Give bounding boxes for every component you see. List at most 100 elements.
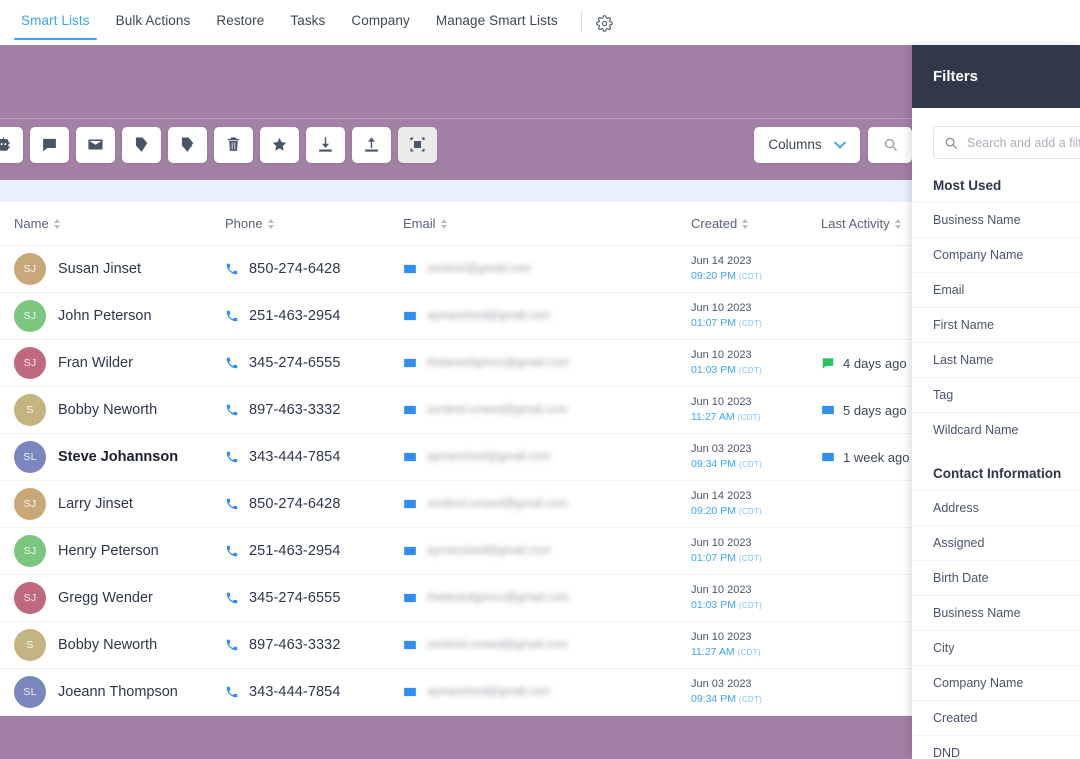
- table-row[interactable]: SJ Susan Jinset 850-274-6428 sentinel@gmail…: [0, 246, 912, 293]
- envelope-icon[interactable]: [76, 126, 115, 163]
- cell-phone[interactable]: 345-274-6555: [225, 590, 403, 606]
- cell-name[interactable]: SL Steve Johannson: [0, 441, 225, 473]
- table-row[interactable]: SJ Larry Jinset 850-274-6428 sentinel.unwed…: [0, 481, 912, 528]
- envelope-icon[interactable]: [403, 309, 417, 323]
- cell-email[interactable]: aymanshed@gmail.com: [403, 544, 691, 558]
- table-row[interactable]: SJ Gregg Wender 345-274-6555 thebestofgrinc…: [0, 575, 912, 622]
- column-header-email[interactable]: Email: [403, 216, 691, 231]
- column-header-last-activity[interactable]: Last Activity: [821, 216, 912, 231]
- tab-tasks[interactable]: Tasks: [277, 0, 338, 40]
- phone-icon[interactable]: [225, 497, 239, 511]
- cell-phone[interactable]: 897-463-3332: [225, 402, 403, 418]
- envelope-icon[interactable]: [403, 403, 417, 417]
- table-row[interactable]: SL Joeann Thompson 343-444-7854 aymanshed@g…: [0, 669, 912, 716]
- envelope-icon[interactable]: [403, 638, 417, 652]
- cell-email[interactable]: sentinel.unwed@gmail.com: [403, 497, 691, 511]
- envelope-icon[interactable]: [403, 262, 417, 276]
- filter-item-company-name[interactable]: Company Name: [912, 665, 1080, 700]
- phone-icon[interactable]: [225, 403, 239, 417]
- table-row[interactable]: SJ Fran Wilder 345-274-6555 thebestofgrincs…: [0, 340, 912, 387]
- cell-phone[interactable]: 850-274-6428: [225, 496, 403, 512]
- phone-icon[interactable]: [225, 262, 239, 276]
- table-row[interactable]: S Bobby Neworth 897-463-3332 sentinel.unwed…: [0, 622, 912, 669]
- phone-icon[interactable]: [225, 450, 239, 464]
- cell-phone[interactable]: 897-463-3332: [225, 637, 403, 653]
- tab-bulk-actions[interactable]: Bulk Actions: [103, 0, 204, 40]
- tab-manage-smart-lists[interactable]: Manage Smart Lists: [423, 0, 571, 40]
- tab-company[interactable]: Company: [338, 0, 422, 40]
- cell-email[interactable]: sentinel.unwed@gmail.com: [403, 638, 691, 652]
- filter-item-created[interactable]: Created: [912, 700, 1080, 735]
- envelope-icon[interactable]: [403, 685, 417, 699]
- cell-email[interactable]: thebestofgrincs@gmail.com: [403, 591, 691, 605]
- cell-phone[interactable]: 251-463-2954: [225, 308, 403, 324]
- cell-name[interactable]: SL Joeann Thompson: [0, 676, 225, 708]
- table-row[interactable]: SJ John Peterson 251-463-2954 aymanshed@gma…: [0, 293, 912, 340]
- sort-icon[interactable]: [267, 218, 274, 229]
- filter-search-input[interactable]: Search and add a filter: [933, 126, 1080, 159]
- envelope-icon[interactable]: [403, 497, 417, 511]
- search-button[interactable]: [868, 126, 912, 163]
- filter-item-business-name[interactable]: Business Name: [912, 595, 1080, 630]
- cell-phone[interactable]: 251-463-2954: [225, 543, 403, 559]
- table-row[interactable]: SJ Henry Peterson 251-463-2954 aymanshed@gm…: [0, 528, 912, 575]
- filter-item-dnd[interactable]: DND: [912, 735, 1080, 759]
- chat-icon[interactable]: [30, 126, 69, 163]
- envelope-icon[interactable]: [403, 544, 417, 558]
- filter-item-first-name[interactable]: First Name: [912, 307, 1080, 342]
- cell-phone[interactable]: 343-444-7854: [225, 684, 403, 700]
- cell-phone[interactable]: 343-444-7854: [225, 449, 403, 465]
- cell-email[interactable]: sentinel@gmail.com: [403, 262, 691, 276]
- upload-icon[interactable]: [352, 126, 391, 163]
- cell-email[interactable]: sentinel.unwed@gmail.com: [403, 403, 691, 417]
- envelope-icon[interactable]: [403, 450, 417, 464]
- phone-icon[interactable]: [225, 685, 239, 699]
- filter-item-address[interactable]: Address: [912, 490, 1080, 525]
- filter-item-wildcard-name[interactable]: Wildcard Name: [912, 412, 1080, 447]
- column-header-name[interactable]: Name: [0, 216, 225, 231]
- sort-icon[interactable]: [894, 218, 901, 229]
- trash-icon[interactable]: [214, 126, 253, 163]
- cell-name[interactable]: SJ Fran Wilder: [0, 347, 225, 379]
- sort-icon[interactable]: [742, 218, 749, 229]
- download-icon[interactable]: [306, 126, 345, 163]
- star-icon[interactable]: [260, 126, 299, 163]
- cell-email[interactable]: aymanshed@gmail.com: [403, 450, 691, 464]
- envelope-icon[interactable]: [403, 591, 417, 605]
- filter-item-birth-date[interactable]: Birth Date: [912, 560, 1080, 595]
- column-header-created[interactable]: Created: [691, 216, 821, 231]
- table-row[interactable]: SL Steve Johannson 343-444-7854 aymanshed@g…: [0, 434, 912, 481]
- cell-email[interactable]: aymanshed@gmail.com: [403, 685, 691, 699]
- filter-item-city[interactable]: City: [912, 630, 1080, 665]
- phone-icon[interactable]: [225, 638, 239, 652]
- tab-smart-lists[interactable]: Smart Lists: [8, 0, 103, 40]
- cell-name[interactable]: SJ Henry Peterson: [0, 535, 225, 567]
- phone-icon[interactable]: [225, 309, 239, 323]
- merge-icon[interactable]: [398, 126, 437, 163]
- table-row[interactable]: S Bobby Neworth 897-463-3332 sentinel.unwed…: [0, 387, 912, 434]
- filter-item-tag[interactable]: Tag: [912, 377, 1080, 412]
- sort-icon[interactable]: [440, 218, 447, 229]
- cell-email[interactable]: thebestofgrincs@gmail.com: [403, 356, 691, 370]
- filter-item-assigned[interactable]: Assigned: [912, 525, 1080, 560]
- cell-phone[interactable]: 345-274-6555: [225, 355, 403, 371]
- envelope-icon[interactable]: [403, 356, 417, 370]
- tag-add-icon[interactable]: [122, 126, 161, 163]
- robot-icon[interactable]: [0, 126, 23, 163]
- cell-name[interactable]: S Bobby Neworth: [0, 629, 225, 661]
- tab-restore[interactable]: Restore: [203, 0, 277, 40]
- cell-name[interactable]: SJ John Peterson: [0, 300, 225, 332]
- phone-icon[interactable]: [225, 544, 239, 558]
- tag-remove-icon[interactable]: [168, 126, 207, 163]
- filter-item-last-name[interactable]: Last Name: [912, 342, 1080, 377]
- cell-name[interactable]: SJ Larry Jinset: [0, 488, 225, 520]
- columns-button[interactable]: Columns: [754, 126, 860, 163]
- sort-icon[interactable]: [53, 218, 60, 229]
- cell-email[interactable]: aymanshed@gmail.com: [403, 309, 691, 323]
- cell-phone[interactable]: 850-274-6428: [225, 261, 403, 277]
- cell-name[interactable]: SJ Susan Jinset: [0, 253, 225, 285]
- cell-name[interactable]: SJ Gregg Wender: [0, 582, 225, 614]
- phone-icon[interactable]: [225, 356, 239, 370]
- cell-name[interactable]: S Bobby Neworth: [0, 394, 225, 426]
- phone-icon[interactable]: [225, 591, 239, 605]
